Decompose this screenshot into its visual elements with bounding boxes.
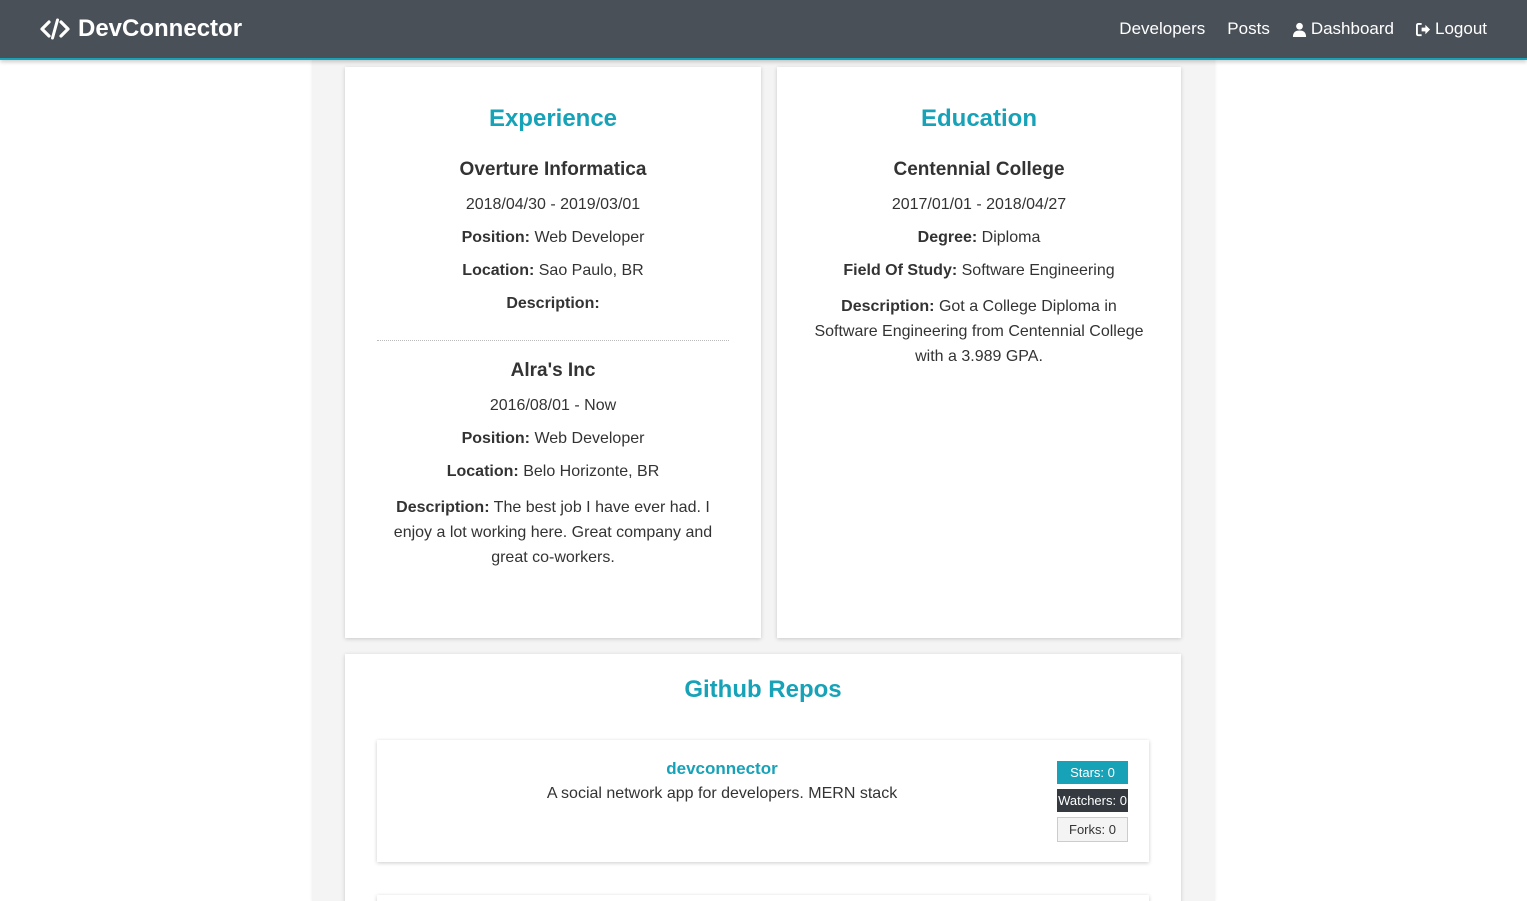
description-label: Description: xyxy=(506,295,600,312)
education-card: Education Centennial College 2017/01/01 … xyxy=(777,67,1181,638)
nav-developers-link[interactable]: Developers xyxy=(1119,19,1205,39)
stars-badge: Stars: 0 xyxy=(1057,761,1128,784)
experience-item: Overture Informatica 2018/04/30 - 2019/0… xyxy=(345,159,761,313)
position-value: Web Developer xyxy=(534,229,645,246)
location-value: Belo Horizonte, BR xyxy=(523,463,660,480)
education-item: Centennial College 2017/01/01 - 2018/04/… xyxy=(777,159,1181,369)
description-label: Description: xyxy=(396,499,490,516)
nav-dashboard-link[interactable]: Dashboard xyxy=(1292,19,1394,39)
experience-company: Overture Informatica xyxy=(459,159,647,180)
description-label: Description: xyxy=(841,298,935,315)
repo-item: devconnector A social network app for de… xyxy=(377,740,1149,862)
position-label: Position: xyxy=(461,229,530,246)
repo-description: A social network app for developers. MER… xyxy=(546,785,898,802)
location-label: Location: xyxy=(462,262,535,279)
location-value: Sao Paulo, BR xyxy=(538,262,644,279)
brand-name: DevConnector xyxy=(78,15,243,42)
education-school: Centennial College xyxy=(893,159,1065,180)
repo-name-link[interactable]: devconnector xyxy=(377,759,1067,779)
experience-location: Location: Sao Paulo, BR xyxy=(377,261,729,280)
field-label: Field Of Study: xyxy=(843,262,958,279)
education-degree: Degree: Diploma xyxy=(809,228,1149,247)
watchers-badge: Watchers: 0 xyxy=(1057,789,1128,812)
position-value: Web Developer xyxy=(534,430,645,447)
dashboard-label: Dashboard xyxy=(1310,19,1394,38)
experience-description: Description: The best job I have ever ha… xyxy=(377,495,729,570)
education-heading: Education xyxy=(920,105,1037,132)
nav-links: Developers Posts Dashboard Logout xyxy=(1119,19,1487,39)
education-field: Field Of Study: Software Engineering xyxy=(809,261,1149,280)
education-description: Description: Got a College Diploma in So… xyxy=(809,294,1149,369)
experience-location: Location: Belo Horizonte, BR xyxy=(377,462,729,481)
brand-link[interactable]: DevConnector xyxy=(40,15,242,43)
github-repos-heading: Github Repos xyxy=(684,676,842,703)
experience-position: Position: Web Developer xyxy=(377,429,729,448)
experience-heading: Experience xyxy=(488,105,618,132)
degree-label: Degree: xyxy=(917,229,978,246)
experience-divider xyxy=(377,340,729,341)
education-dates: 2017/01/01 - 2018/04/27 xyxy=(891,196,1067,213)
degree-value: Diploma xyxy=(981,229,1041,246)
repo-item xyxy=(377,895,1149,901)
forks-badge: Forks: 0 xyxy=(1057,817,1128,842)
user-icon xyxy=(1292,22,1306,37)
nav-logout-link[interactable]: Logout xyxy=(1416,19,1487,39)
navbar: DevConnector Developers Posts Dashboard … xyxy=(0,0,1527,60)
experience-position: Position: Web Developer xyxy=(377,228,729,247)
experience-company: Alra's Inc xyxy=(510,360,596,381)
logout-label: Logout xyxy=(1435,19,1487,38)
nav-posts-link[interactable]: Posts xyxy=(1227,19,1270,39)
experience-description: Description: xyxy=(377,294,729,313)
field-value: Software Engineering xyxy=(961,262,1115,279)
sign-out-icon xyxy=(1416,22,1431,36)
code-icon xyxy=(40,18,70,40)
location-label: Location: xyxy=(446,463,519,480)
experience-item: Alra's Inc 2016/08/01 - Now Position: We… xyxy=(345,360,761,570)
experience-dates: 2018/04/30 - 2019/03/01 xyxy=(465,196,641,213)
experience-dates: 2016/08/01 - Now xyxy=(489,397,617,414)
position-label: Position: xyxy=(461,430,530,447)
experience-card: Experience Overture Informatica 2018/04/… xyxy=(345,67,761,638)
